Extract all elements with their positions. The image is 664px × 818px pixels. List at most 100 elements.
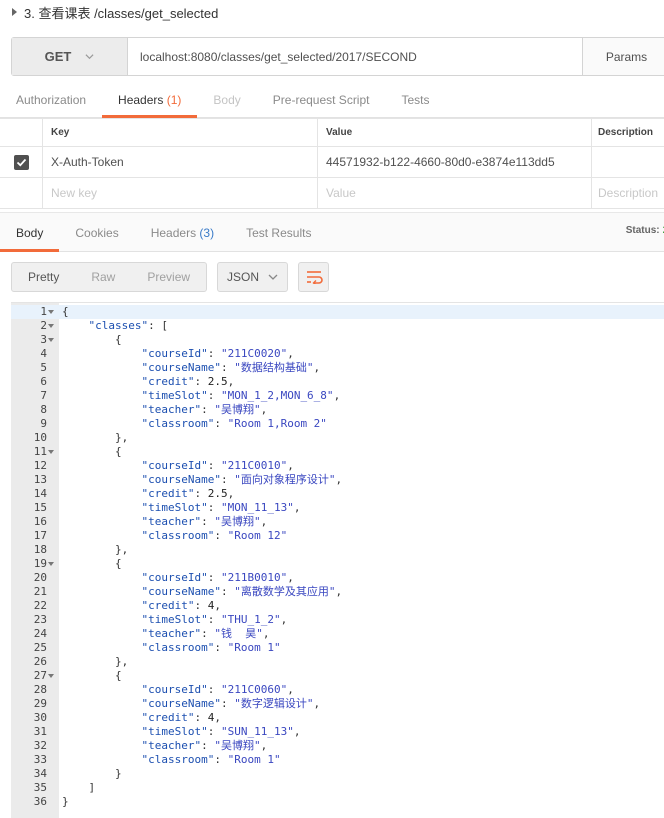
wrap-lines-button[interactable]: [298, 262, 330, 292]
tab-authorization[interactable]: Authorization: [0, 93, 102, 117]
wrap-lines-icon: [306, 271, 323, 284]
code-line: 25 "classroom": "Room 1": [11, 641, 664, 655]
column-key: Key: [43, 119, 318, 146]
code-text: "courseName": "面向对象程序设计",: [141, 473, 343, 486]
line-number: 33: [33, 753, 47, 766]
line-number: 3: [40, 333, 47, 346]
line-number: 2: [40, 319, 47, 332]
pretty-button[interactable]: Pretty: [12, 263, 75, 291]
tab-count: (3): [199, 226, 215, 240]
method-label: GET: [44, 49, 72, 64]
code-text: "credit": 4,: [141, 599, 221, 612]
tab-label: Headers: [118, 93, 164, 107]
headers-table: Key Value Description X-Auth-Token 44571…: [0, 118, 664, 209]
tab-label: Body: [213, 93, 241, 107]
tab-pre-request-script[interactable]: Pre-request Script: [257, 93, 386, 117]
code-text: },: [114, 655, 129, 668]
code-text: "classroom": "Room 12": [141, 529, 288, 542]
fold-toggle-icon[interactable]: [48, 324, 54, 328]
code-line: 23 "timeSlot": "THU_1_2",: [11, 613, 664, 627]
line-number: 24: [33, 627, 47, 640]
line-number: 25: [33, 641, 47, 654]
code-line: 14 "credit": 2.5,: [11, 487, 664, 501]
code-line: 29 "courseName": "数字逻辑设计",: [11, 697, 664, 711]
header-enabled-checkbox[interactable]: [13, 154, 29, 170]
code-text: },: [114, 543, 129, 556]
code-line: 10 },: [11, 431, 664, 445]
code-line: 22 "credit": 4,: [11, 599, 664, 613]
code-text: "credit": 2.5,: [141, 375, 235, 388]
line-number: 27: [33, 669, 47, 682]
line-number: 18: [33, 543, 47, 556]
tab-label: Test Results: [246, 226, 312, 240]
code-line: 24 "teacher": "钱 昊",: [11, 627, 664, 641]
params-button[interactable]: Params: [582, 38, 664, 75]
request-title-row[interactable]: 3. 查看课表 /classes/get_selected: [0, 0, 664, 24]
tab-cookies[interactable]: Cookies: [59, 226, 134, 251]
tab-tests[interactable]: Tests: [385, 93, 445, 117]
response-body-editor[interactable]: 1{2 "classes": [3 {4 "courseId": "211C00…: [11, 302, 664, 818]
line-number: 23: [33, 613, 47, 626]
new-key-input[interactable]: New key: [43, 178, 318, 208]
code-line: 33 "classroom": "Room 1": [11, 753, 664, 767]
new-value-input[interactable]: Value: [318, 178, 592, 208]
tab-body[interactable]: Body: [197, 93, 256, 117]
header-key-input[interactable]: X-Auth-Token: [43, 147, 318, 177]
header-description-input[interactable]: [592, 147, 664, 177]
tab-label: Pre-request Script: [272, 93, 370, 107]
line-number: 20: [33, 571, 47, 584]
fold-toggle-icon[interactable]: [48, 450, 54, 454]
line-number: 30: [33, 711, 47, 724]
code-line: 3 {: [11, 333, 664, 347]
code-text: "classroom": "Room 1": [141, 641, 281, 654]
fold-toggle-icon[interactable]: [48, 674, 54, 678]
tab-response-headers[interactable]: Headers (3): [135, 226, 230, 251]
fold-toggle-icon[interactable]: [48, 338, 54, 342]
code-line: 26 },: [11, 655, 664, 669]
fold-toggle-icon[interactable]: [48, 310, 54, 314]
chevron-down-icon: [85, 54, 94, 60]
view-mode-group: Pretty Raw Preview: [11, 262, 208, 292]
line-number: 7: [40, 389, 47, 402]
fold-toggle-icon[interactable]: [48, 562, 54, 566]
code-line: 28 "courseId": "211C0060",: [11, 683, 664, 697]
caret-right-icon[interactable]: [12, 8, 17, 16]
code-text: "credit": 2.5,: [141, 487, 235, 500]
header-value-input[interactable]: 44571932-b122-4660-80d0-e3874e113dd5: [318, 147, 592, 177]
new-description-input[interactable]: Description: [592, 178, 664, 208]
request-tabs: Authorization Headers (1) Body Pre-reque…: [0, 84, 664, 118]
code-line: 2 "classes": [: [11, 319, 664, 333]
status-label: Status:: [625, 225, 660, 236]
tab-response-body[interactable]: Body: [0, 226, 60, 252]
line-number: 21: [33, 585, 47, 598]
tab-test-results[interactable]: Test Results: [230, 226, 327, 251]
raw-button[interactable]: Raw: [75, 263, 131, 291]
code-line: 27 {: [11, 669, 664, 683]
line-number: 17: [33, 529, 47, 542]
line-number: 29: [33, 697, 47, 710]
tab-headers[interactable]: Headers (1): [102, 93, 198, 118]
line-number: 13: [33, 473, 47, 486]
code-line: 6 "credit": 2.5,: [11, 375, 664, 389]
code-text: "courseId": "211C0060",: [141, 683, 294, 696]
line-number: 32: [33, 739, 47, 752]
code-line: 9 "classroom": "Room 1,Room 2": [11, 417, 664, 431]
method-select[interactable]: GET: [12, 38, 128, 75]
response-tabs: Body Cookies Headers (3) Test Results St…: [0, 212, 664, 252]
url-input[interactable]: localhost:8080/classes/get_selected/2017…: [128, 38, 582, 75]
preview-button[interactable]: Preview: [131, 263, 206, 291]
format-select[interactable]: JSON: [217, 262, 289, 292]
code-text: "courseName": "数据结构基础",: [141, 361, 321, 374]
status-indicator: Status: 2: [626, 225, 664, 236]
line-number: 35: [33, 781, 47, 794]
line-number: 5: [40, 361, 47, 374]
tab-count: (1): [166, 93, 182, 107]
code-text: "timeSlot": "MON_11_13",: [141, 501, 301, 514]
url-text: localhost:8080/classes/get_selected/2017…: [140, 49, 417, 64]
code-line: 5 "courseName": "数据结构基础",: [11, 361, 664, 375]
tab-label: Headers: [150, 226, 197, 240]
line-number: 34: [33, 767, 47, 780]
line-number: 19: [33, 557, 47, 570]
line-number: 6: [40, 375, 47, 388]
line-number: 12: [33, 459, 47, 472]
